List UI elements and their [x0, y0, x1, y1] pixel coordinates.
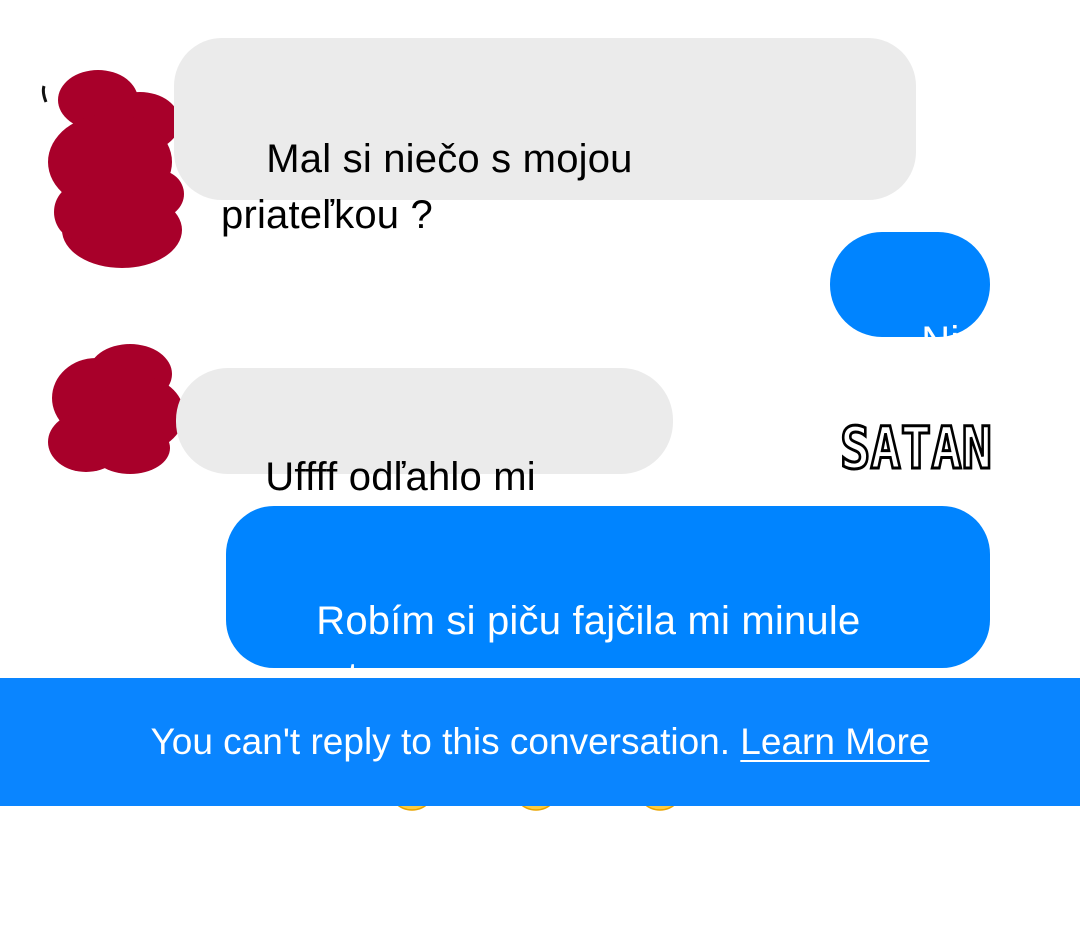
message-text: Nie — [921, 319, 982, 363]
conversation-view: Mal si niečo s mojou priateľkou ? Nie Uf… — [0, 0, 1080, 811]
watermark-text: SATAN — [840, 414, 992, 482]
reply-disabled-notice: You can't reply to this conversation. Le… — [0, 678, 1080, 806]
message-sent[interactable]: Robím si piču fajčila mi minule v aute — [226, 506, 990, 811]
message-text: Uffff odľahlo mi — [265, 455, 536, 499]
message-received[interactable]: Mal si niečo s mojou priateľkou ? — [174, 38, 916, 237]
message-sent[interactable]: Nie — [830, 232, 990, 363]
avatar-redacted — [38, 338, 188, 478]
message-received[interactable]: Uffff odľahlo mi — [176, 368, 673, 614]
avatar-redacted — [30, 52, 190, 272]
learn-more-link[interactable]: Learn More — [740, 721, 929, 762]
notice-text: You can't reply to this conversation. — [150, 721, 731, 762]
watermark: SATAN — [836, 408, 996, 484]
message-text: Mal si niečo s mojou priateľkou ? — [221, 137, 633, 237]
